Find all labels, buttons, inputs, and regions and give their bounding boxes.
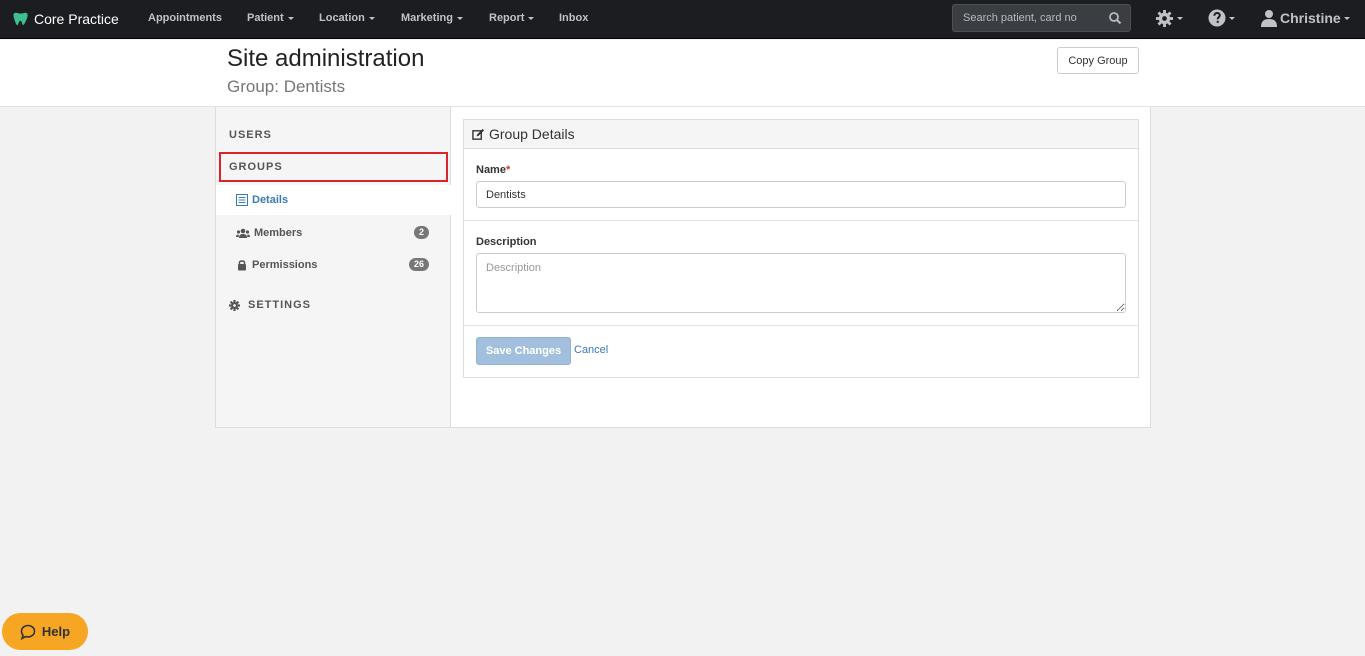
sidebar-settings[interactable]: SETTINGS: [229, 299, 311, 311]
sidebar-item-label: Members: [254, 227, 303, 239]
nav-report-label: Report: [489, 12, 525, 24]
page-subtitle: Group: Dentists: [227, 77, 346, 96]
help-label: Help: [41, 624, 71, 639]
name-label: Name*: [476, 164, 510, 176]
sidebar-settings-label: SETTINGS: [248, 299, 312, 311]
caret-down-icon: [1343, 16, 1350, 20]
tooth-logo-icon: [13, 12, 28, 26]
caret-down-icon: [456, 16, 463, 20]
users-icon: [236, 228, 250, 238]
cancel-link[interactable]: Cancel: [574, 344, 608, 356]
user-icon: [1261, 10, 1277, 27]
caret-down-icon: [1229, 16, 1235, 20]
question-circle-icon: [1208, 9, 1226, 27]
page-header: Site administration Group: Dentists Copy…: [0, 40, 1365, 107]
nav-marketing-label: Marketing: [401, 12, 453, 24]
members-count-badge: 2: [414, 226, 430, 239]
panel-header: Group Details: [464, 120, 1138, 149]
panel-title: Group Details: [489, 126, 575, 142]
sidebar-item-label: Details: [252, 194, 289, 206]
divider: [464, 325, 1138, 326]
gear-icon: [229, 299, 240, 311]
search-box: [952, 4, 1131, 32]
search-input[interactable]: [963, 12, 1103, 24]
nav-inbox[interactable]: Inbox: [559, 12, 588, 24]
page-title: Site administration: [227, 45, 425, 72]
name-label-text: Name: [476, 164, 506, 176]
description-field[interactable]: [476, 253, 1126, 313]
name-field[interactable]: [476, 181, 1126, 208]
nav-marketing[interactable]: Marketing: [401, 12, 463, 24]
help-menu[interactable]: [1208, 7, 1235, 29]
nav-location[interactable]: Location: [319, 12, 375, 24]
description-label: Description: [476, 236, 537, 248]
help-button[interactable]: Help: [2, 613, 88, 650]
nav-inbox-label: Inbox: [559, 12, 589, 24]
caret-down-icon: [1177, 16, 1183, 20]
nav-report[interactable]: Report: [489, 12, 535, 24]
top-navbar: Core Practice Appointments Patient Locat…: [0, 0, 1365, 39]
caret-down-icon: [287, 16, 294, 20]
admin-sidebar: USERS GROUPS Details Members 2 Permissio…: [216, 107, 452, 427]
caret-down-icon: [368, 16, 375, 20]
brand-name: Core Practice: [34, 11, 119, 27]
sidebar-users[interactable]: USERS: [229, 129, 272, 141]
divider: [464, 220, 1138, 221]
edit-icon: [472, 128, 485, 140]
search-icon[interactable]: [1108, 11, 1122, 25]
nav-patient[interactable]: Patient: [247, 12, 294, 24]
copy-group-button[interactable]: Copy Group: [1057, 47, 1139, 74]
sidebar-item-details[interactable]: Details: [216, 185, 452, 215]
required-marker: *: [505, 164, 511, 176]
admin-card: USERS GROUPS Details Members 2 Permissio…: [215, 107, 1151, 428]
sidebar-item-permissions[interactable]: Permissions 26: [216, 250, 452, 280]
group-details-panel: Group Details Name* Description Save Cha…: [463, 119, 1139, 378]
nav-appointments[interactable]: Appointments: [148, 12, 222, 24]
list-icon: [236, 194, 248, 206]
user-name: Christine: [1280, 10, 1341, 26]
permissions-count-badge: 26: [409, 258, 430, 271]
caret-down-icon: [528, 16, 535, 20]
nav-patient-label: Patient: [247, 12, 284, 24]
sidebar-item-label: Permissions: [252, 259, 318, 271]
user-menu[interactable]: Christine: [1260, 7, 1350, 29]
brand-logo[interactable]: Core Practice: [12, 9, 119, 29]
gear-icon: [1155, 9, 1174, 27]
nav-appointments-label: Appointments: [148, 12, 222, 24]
chat-bubble-icon: [20, 624, 36, 640]
sidebar-groups[interactable]: GROUPS: [229, 161, 283, 173]
save-changes-button[interactable]: Save Changes: [476, 337, 571, 365]
lock-icon: [238, 260, 246, 271]
sidebar-item-members[interactable]: Members 2: [216, 218, 452, 248]
settings-menu[interactable]: [1155, 7, 1183, 29]
nav-location-label: Location: [319, 12, 365, 24]
